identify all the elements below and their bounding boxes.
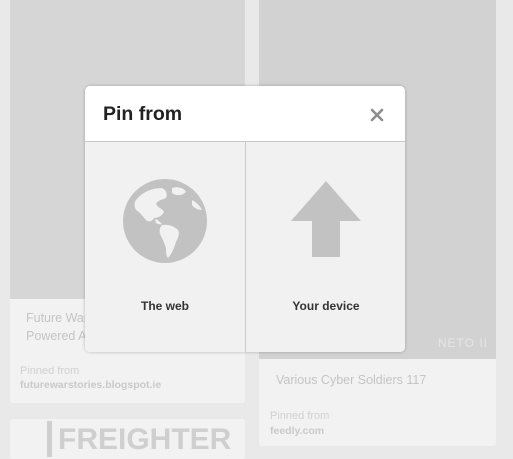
dialog-title: Pin from bbox=[103, 103, 183, 125]
pinned-from-label: Pinned from bbox=[20, 365, 80, 377]
pin-from-web-label: The web bbox=[140, 299, 189, 313]
pin-image-text: FREIGHTER bbox=[58, 423, 232, 456]
close-icon[interactable] bbox=[367, 105, 387, 125]
pin-source-link[interactable]: futurewarstories.blogspot.ie bbox=[20, 379, 161, 391]
pinned-from-label: Pinned from bbox=[270, 410, 330, 422]
pin-from-device-label: Your device bbox=[292, 299, 360, 313]
upload-arrow-icon bbox=[289, 179, 363, 259]
pin-from-dialog: Pin from The web Your device bbox=[85, 86, 405, 352]
pin-card-bottom-left[interactable]: FREIGHTER bbox=[10, 419, 245, 459]
pin-source-options: The web Your device bbox=[85, 142, 405, 352]
pin-title: Various Cyber Soldiers 117 bbox=[276, 373, 427, 387]
pin-from-web-option[interactable]: The web bbox=[85, 142, 245, 352]
image-watermark: NETO II bbox=[437, 336, 488, 350]
pin-from-device-option[interactable]: Your device bbox=[245, 142, 405, 352]
globe-icon bbox=[122, 178, 208, 264]
freighter-bar-decoration bbox=[47, 421, 52, 457]
pin-source-link[interactable]: feedly.com bbox=[270, 425, 324, 437]
dialog-header: Pin from bbox=[85, 86, 405, 142]
